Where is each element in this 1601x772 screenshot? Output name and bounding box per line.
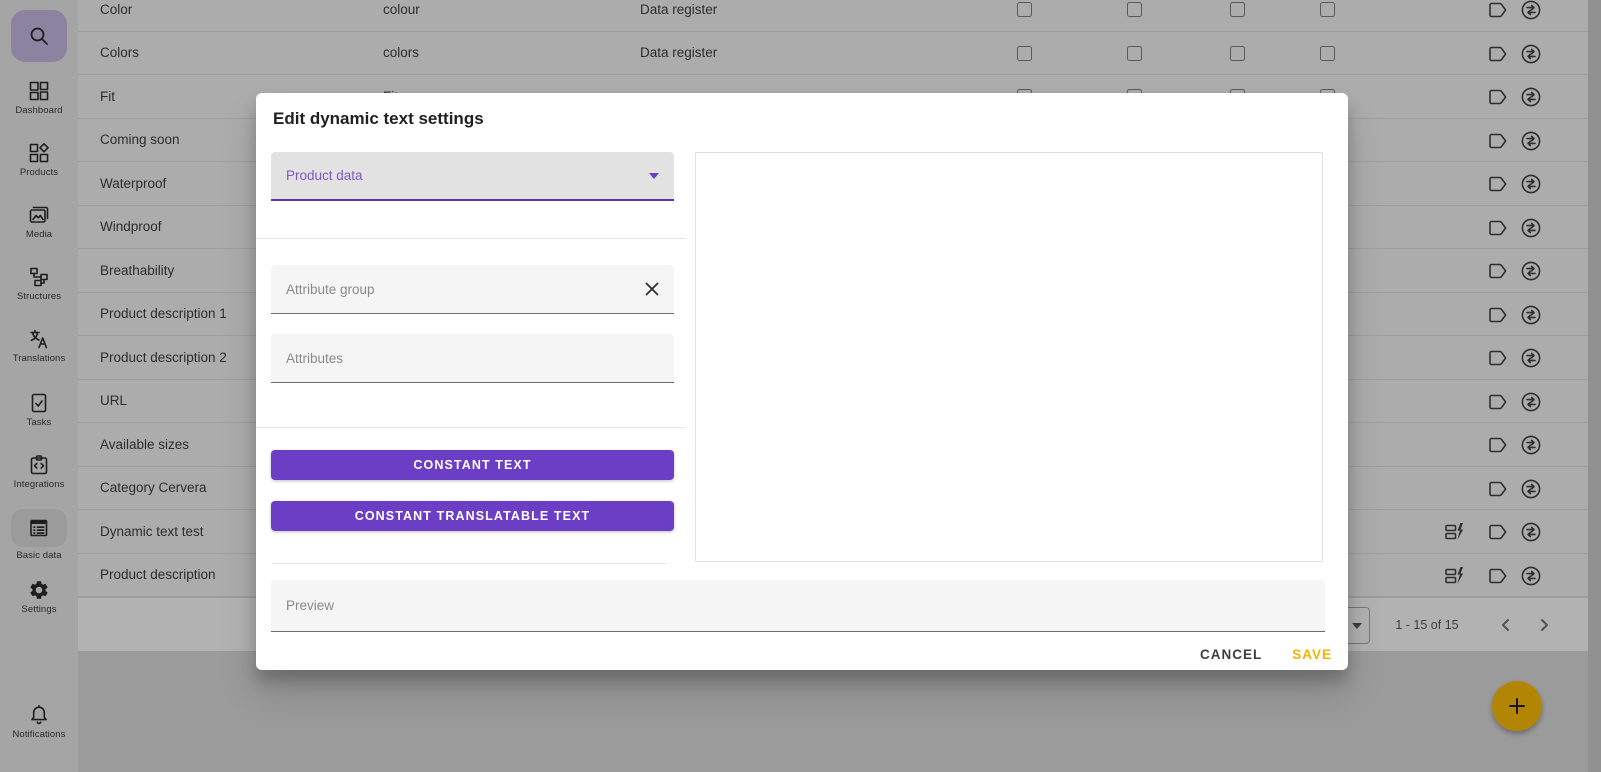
attributes-field	[271, 334, 674, 383]
chevron-down-icon	[649, 173, 659, 179]
divider	[256, 238, 686, 239]
constant-translatable-text-button[interactable]: CONSTANT TRANSLATABLE TEXT	[271, 501, 674, 531]
attributes-input[interactable]	[271, 334, 674, 382]
dialog-title: Edit dynamic text settings	[273, 109, 484, 129]
divider	[256, 427, 686, 428]
attribute-group-field	[271, 265, 674, 314]
edit-dynamic-text-dialog: Edit dynamic text settings Product data …	[256, 93, 1348, 670]
attribute-group-input[interactable]	[271, 265, 674, 313]
app-window: Color colour Data register	[0, 0, 1601, 772]
divider	[272, 563, 667, 564]
preview-field	[271, 580, 1325, 632]
constant-text-button[interactable]: CONSTANT TEXT	[271, 450, 674, 480]
save-button[interactable]: SAVE	[1292, 647, 1332, 662]
dynamic-text-preview-panel	[695, 152, 1323, 562]
data-source-select-value: Product data	[286, 168, 649, 183]
preview-input[interactable]	[271, 580, 1325, 631]
data-source-select[interactable]: Product data	[271, 152, 674, 201]
clear-icon[interactable]	[643, 280, 661, 298]
dialog-actions: CANCEL SAVE	[1200, 641, 1332, 667]
cancel-button[interactable]: CANCEL	[1200, 647, 1262, 662]
